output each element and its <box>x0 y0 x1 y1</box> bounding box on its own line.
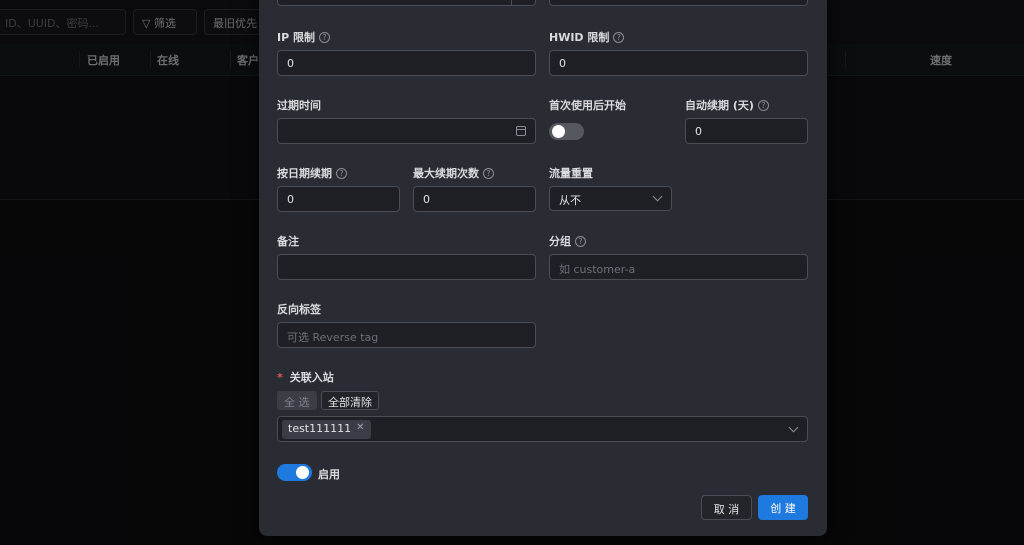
max-renewals-input[interactable]: 0 <box>413 186 536 212</box>
select-all-button[interactable]: 全 选 <box>277 391 317 410</box>
chevron-down-icon <box>788 422 799 433</box>
hwid-limit-input[interactable]: 0 <box>549 50 808 76</box>
calendar-icon <box>516 126 526 136</box>
help-icon[interactable]: ? <box>757 99 769 111</box>
ip-limit-label: IP 限制? <box>277 29 330 45</box>
help-icon[interactable]: ? <box>336 167 347 179</box>
reverse-tag-input[interactable]: 可选 Reverse tag <box>277 322 536 348</box>
renew-by-date-input[interactable]: 0 <box>277 186 400 212</box>
help-icon[interactable]: ? <box>613 31 625 43</box>
renew-by-date-label: 按日期续期? <box>277 165 347 181</box>
remark-label: 备注 <box>277 235 299 248</box>
create-button[interactable]: 创 建 <box>758 495 808 520</box>
remark-input[interactable] <box>277 254 536 280</box>
required-mark: * <box>277 370 283 384</box>
top-right-input[interactable] <box>549 0 808 6</box>
enable-toggle[interactable] <box>277 464 312 481</box>
enable-label: 启用 <box>318 468 340 481</box>
group-input[interactable]: 如 customer-a <box>549 254 808 280</box>
clear-all-button[interactable]: 全部清除 <box>321 391 379 410</box>
hwid-limit-label: HWID 限制? <box>549 29 625 45</box>
create-client-modal: IP 限制? 0 HWID 限制? 0 过期时间 首次使用后开始 自动续期 (天… <box>259 0 827 536</box>
max-renewals-label: 最大续期次数? <box>413 165 494 181</box>
toggle-knob <box>552 125 565 138</box>
top-left-input[interactable] <box>277 0 536 6</box>
inbounds-label: * 关联入站 <box>277 370 334 385</box>
inbound-tag: test111111 ✕ <box>282 420 371 439</box>
chevron-down-icon <box>652 191 663 202</box>
group-label: 分组? <box>549 233 586 249</box>
help-icon[interactable]: ? <box>483 167 494 179</box>
traffic-reset-select[interactable]: 从不 <box>549 186 672 211</box>
inbounds-multiselect[interactable]: test111111 ✕ <box>277 416 808 442</box>
expiry-time-label: 过期时间 <box>277 99 321 112</box>
help-icon[interactable]: ? <box>318 31 330 43</box>
start-after-first-use-label: 首次使用后开始 <box>549 99 626 112</box>
remove-tag-icon[interactable]: ✕ <box>356 422 364 439</box>
help-icon[interactable]: ? <box>575 235 586 247</box>
expiry-date-picker[interactable] <box>277 118 536 144</box>
input-addon[interactable] <box>511 0 535 5</box>
auto-renew-days-label: 自动续期 (天)? <box>685 97 769 113</box>
auto-renew-days-input[interactable]: 0 <box>685 118 808 144</box>
start-after-first-use-toggle[interactable] <box>549 123 584 140</box>
traffic-reset-label: 流量重置 <box>549 167 593 180</box>
reverse-tag-label: 反向标签 <box>277 303 321 316</box>
cancel-button[interactable]: 取 消 <box>701 495 752 520</box>
toggle-knob <box>296 466 309 479</box>
ip-limit-input[interactable]: 0 <box>277 50 536 76</box>
